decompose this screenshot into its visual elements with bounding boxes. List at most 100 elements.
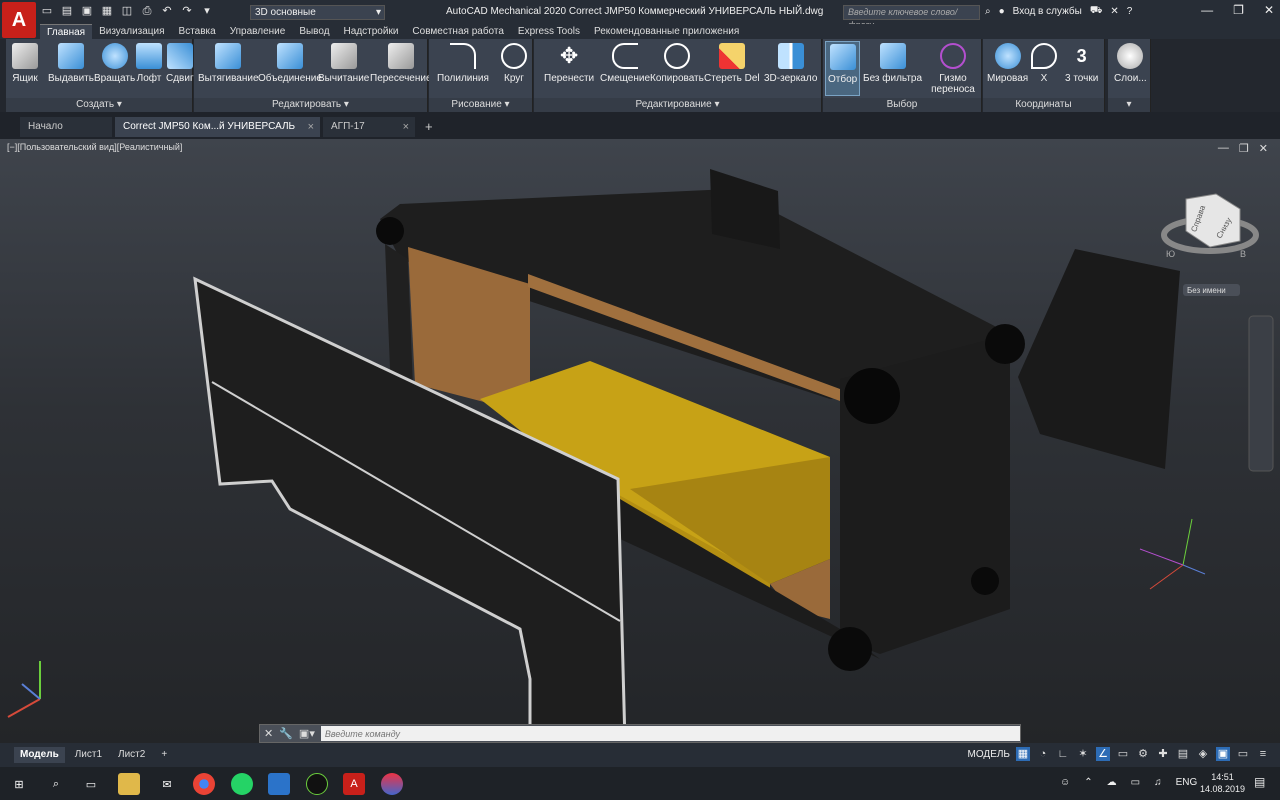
revolve-button[interactable]: Вращать	[94, 43, 135, 84]
word-icon[interactable]	[268, 773, 290, 795]
command-input[interactable]	[320, 726, 1020, 741]
three-point-ucs-button[interactable]: 3 3 точки	[1065, 43, 1098, 84]
close-icon[interactable]: ×	[308, 117, 314, 137]
tab-output[interactable]: Вывод	[292, 24, 336, 39]
explorer-icon[interactable]	[118, 773, 140, 795]
otrack-icon[interactable]: ▭	[1116, 747, 1130, 761]
box-button[interactable]: Ящик	[12, 43, 38, 84]
sweep-button[interactable]: Сдвиг	[166, 43, 194, 84]
dropdown-icon[interactable]: ▾	[200, 4, 214, 18]
save-as-icon[interactable]: ▦	[100, 4, 114, 18]
print-icon[interactable]: ⎙	[140, 4, 154, 18]
add-layout-icon[interactable]: +	[155, 747, 173, 763]
nofilter-button[interactable]: Без фильтра	[863, 43, 922, 84]
network-icon[interactable]: ▭	[1131, 777, 1140, 788]
polar-icon[interactable]: ✶	[1076, 747, 1090, 761]
tab-featured-apps[interactable]: Рекомендованные приложения	[587, 24, 746, 39]
circle-button[interactable]: Круг	[501, 43, 527, 84]
user-icon[interactable]: ●	[999, 6, 1005, 17]
copy-button[interactable]: Копировать	[650, 43, 704, 84]
offset-button[interactable]: Смещение	[600, 43, 650, 84]
open-icon[interactable]: ▤	[60, 4, 74, 18]
tab-visualize[interactable]: Визуализация	[92, 24, 171, 39]
tab-addins[interactable]: Надстройки	[337, 24, 406, 39]
tab-collaborate[interactable]: Совместная работа	[405, 24, 511, 39]
close-icon[interactable]: ×	[403, 117, 409, 137]
whatsapp-icon[interactable]	[231, 773, 253, 795]
layout-tab-sheet1[interactable]: Лист1	[69, 747, 108, 763]
app-icon[interactable]	[306, 773, 328, 795]
annotation-icon[interactable]: ▤	[1176, 747, 1190, 761]
panel-solid-edit-title[interactable]: Редактировать ▾	[194, 98, 427, 112]
extrude-button[interactable]: Выдавить	[48, 43, 94, 84]
new-tab-icon[interactable]: +	[425, 119, 433, 134]
doc-tab-agp[interactable]: АГП-17 ×	[323, 117, 415, 137]
plus-icon[interactable]: ✚	[1156, 747, 1170, 761]
doc-tab-start[interactable]: Начало	[20, 117, 112, 137]
customize-icon[interactable]: ≡	[1256, 747, 1270, 761]
signin-button[interactable]: Вход в службы	[1013, 6, 1082, 17]
union-button[interactable]: Объединение	[258, 43, 322, 84]
osnap-icon[interactable]: ∠	[1096, 747, 1110, 761]
isolate-icon[interactable]: ◈	[1196, 747, 1210, 761]
tab-home[interactable]: Главная	[40, 24, 93, 39]
x-ucs-button[interactable]: X	[1031, 43, 1057, 84]
subtract-button[interactable]: Вычитание	[318, 43, 369, 84]
help-icon[interactable]: ?	[1127, 6, 1133, 17]
close-icon[interactable]: ✕	[264, 727, 273, 740]
undo-icon[interactable]: ↶	[160, 4, 174, 18]
command-recent-icon[interactable]: ▣▾	[299, 727, 315, 740]
paint3d-icon[interactable]	[381, 773, 403, 795]
mirror3d-button[interactable]: 3D-зеркало	[764, 43, 817, 84]
viewcube[interactable]: Справа Снизу Ю В	[1161, 193, 1259, 259]
culling-button[interactable]: Отбор	[825, 41, 861, 96]
mail-icon[interactable]: ✉	[156, 773, 178, 795]
navigation-bar[interactable]	[1248, 315, 1274, 472]
wrench-icon[interactable]: 🔧	[279, 727, 293, 740]
panel-modify-title[interactable]: Редактирование ▾	[534, 98, 821, 112]
layers-button[interactable]: Слои...	[1114, 43, 1147, 84]
windows-start-icon[interactable]: ⊞	[8, 773, 30, 795]
redo-icon[interactable]: ↷	[180, 4, 194, 18]
web-icon[interactable]: ◫	[120, 4, 134, 18]
grid-icon[interactable]: ▦	[1016, 747, 1030, 761]
workspace-gear-icon[interactable]: ⚙	[1136, 747, 1150, 761]
move-button[interactable]: ✥ Перенести	[544, 43, 594, 84]
autocad-icon[interactable]: A	[343, 773, 365, 795]
polyline-button[interactable]: Полилиния	[437, 43, 489, 84]
minimize-icon[interactable]: —	[1201, 3, 1213, 17]
presspull-button[interactable]: Вытягивание	[198, 43, 259, 84]
save-icon[interactable]: ▣	[80, 4, 94, 18]
maximize-icon[interactable]: ❐	[1233, 3, 1244, 17]
doc-tab-current[interactable]: Correct JMP50 Ком...й УНИВЕРСАЛЬ НЫЙ*×	[115, 117, 320, 152]
language-indicator[interactable]: ENG	[1176, 777, 1198, 788]
panel-create-title[interactable]: Создать ▾	[6, 98, 192, 112]
model-viewport[interactable]: [−][Пользовательский вид][Реалистичный] …	[0, 139, 1280, 743]
layout-tab-model[interactable]: Модель	[14, 747, 65, 763]
hardware-icon[interactable]: ▣	[1216, 747, 1230, 761]
search-icon[interactable]: ⌕	[45, 773, 67, 795]
panel-draw-title[interactable]: Рисование ▾	[429, 98, 532, 112]
model-space-button[interactable]: МОДЕЛЬ	[968, 749, 1010, 760]
volume-icon[interactable]: ♫	[1154, 777, 1162, 788]
tab-express-tools[interactable]: Express Tools	[511, 24, 587, 39]
tab-insert[interactable]: Вставка	[172, 24, 223, 39]
cloud-icon[interactable]: ☁	[1107, 777, 1117, 788]
close-icon[interactable]: ✕	[1264, 3, 1274, 17]
people-icon[interactable]: ☺	[1060, 777, 1070, 788]
loft-button[interactable]: Лофт	[136, 43, 162, 84]
search-input[interactable]: Введите ключевое слово/фразу	[843, 5, 980, 30]
snap-icon[interactable]: ◔	[1036, 747, 1050, 761]
layout-tab-sheet2[interactable]: Лист2	[112, 747, 151, 763]
exchange-icon[interactable]: ✕	[1110, 6, 1118, 17]
intersect-button[interactable]: Пересечение	[370, 43, 432, 84]
chevron-up-icon[interactable]: ⌃	[1084, 777, 1092, 788]
chrome-icon[interactable]	[193, 773, 215, 795]
erase-button[interactable]: Стереть Del	[704, 43, 760, 84]
new-icon[interactable]: ▭	[40, 4, 54, 18]
clock[interactable]: 14:51 14.08.2019	[1200, 771, 1245, 795]
application-menu-button[interactable]: A	[2, 2, 36, 38]
notification-icon[interactable]: ▤	[1254, 775, 1265, 789]
binoculars-icon[interactable]: ⌕	[985, 6, 991, 17]
model-scene[interactable]: Справа Снизу Ю В Без имени	[0, 139, 1280, 743]
